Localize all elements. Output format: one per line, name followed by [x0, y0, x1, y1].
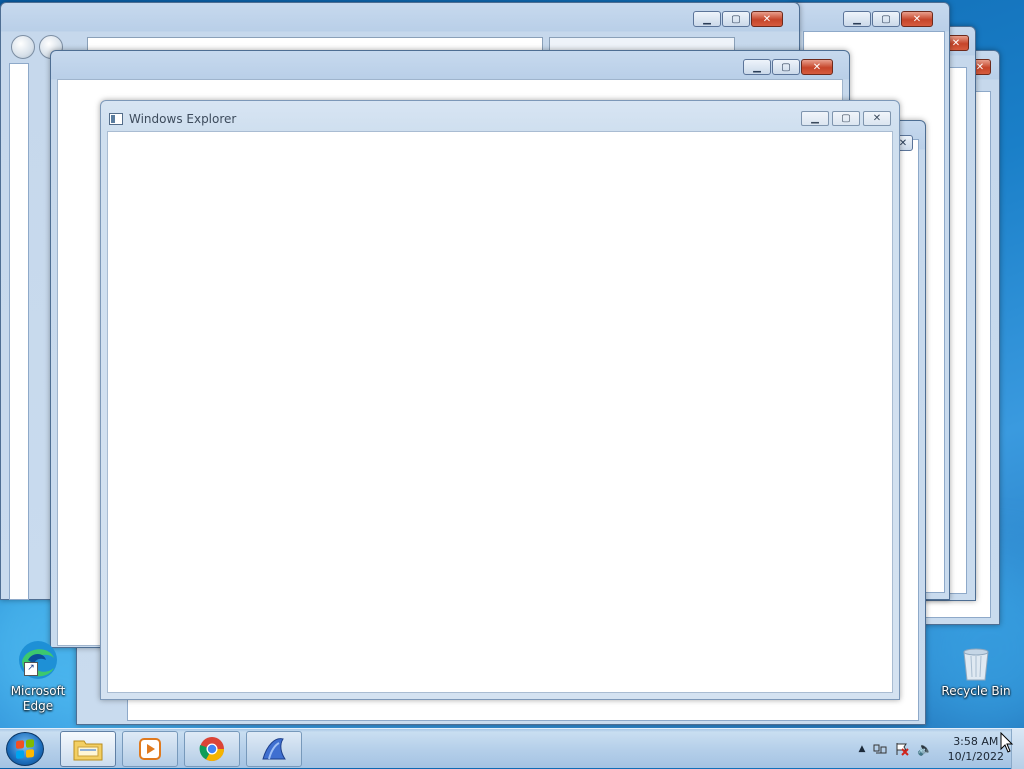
- start-button[interactable]: [6, 732, 44, 766]
- maximize-button[interactable]: ▢: [772, 59, 800, 75]
- close-icon: ✕: [975, 61, 985, 73]
- maximize-icon: ▢: [841, 113, 851, 124]
- system-tray: ▲ 🔈 3:58 AM 10/1/2022: [858, 729, 1004, 769]
- mouse-cursor: [1000, 731, 1014, 754]
- minimize-button[interactable]: ▁: [843, 11, 871, 27]
- minimize-button[interactable]: ▁: [743, 59, 771, 75]
- clock[interactable]: 3:58 AM 10/1/2022: [948, 734, 1004, 764]
- desktop-icon-microsoft-edge[interactable]: ↗ Microsoft Edge: [2, 638, 74, 714]
- close-icon: ✕: [872, 113, 882, 124]
- folder-icon: [73, 740, 103, 761]
- close-icon: ✕: [951, 37, 961, 49]
- chevron-up-icon[interactable]: ▲: [858, 744, 865, 754]
- close-button[interactable]: ✕: [801, 59, 833, 75]
- title-bar[interactable]: Windows Explorer: [109, 109, 891, 129]
- edge-icon: ↗: [14, 638, 62, 682]
- minimize-icon: ▁: [853, 13, 861, 25]
- close-button[interactable]: ✕: [751, 11, 783, 27]
- minimize-button[interactable]: ▁: [693, 11, 721, 27]
- maximize-button[interactable]: ▢: [832, 111, 860, 126]
- close-icon: ✕: [762, 13, 772, 25]
- maximize-icon: ▢: [881, 13, 891, 25]
- close-button[interactable]: ✕: [901, 11, 933, 27]
- taskbar-windows-explorer[interactable]: [60, 731, 116, 767]
- windows-explorer-window[interactable]: Windows Explorer ▁ ▢ ✕: [100, 100, 900, 700]
- desktop-icon-label-line2: Edge: [22, 699, 54, 713]
- taskbar-media-player[interactable]: [122, 731, 178, 767]
- minimize-button[interactable]: ▁: [801, 111, 829, 126]
- shortcut-arrow-icon: ↗: [24, 662, 38, 676]
- minimize-icon: ▁: [753, 61, 761, 73]
- clock-date: 10/1/2022: [947, 750, 1004, 763]
- media-player-icon: [139, 738, 161, 760]
- recycle-bin-icon: [952, 646, 1000, 682]
- close-button[interactable]: ✕: [863, 111, 891, 126]
- maximize-icon: ▢: [781, 61, 791, 73]
- maximize-button[interactable]: ▢: [872, 11, 900, 27]
- close-icon: ✕: [912, 13, 922, 25]
- windows-logo-icon: [16, 739, 34, 759]
- desktop-icon-recycle-bin[interactable]: Recycle Bin: [940, 646, 1012, 699]
- taskbar-google-chrome[interactable]: [184, 731, 240, 767]
- close-icon: ✕: [812, 61, 822, 73]
- taskbar-app-bird[interactable]: [246, 731, 302, 767]
- minimize-icon: ▁: [811, 113, 819, 124]
- maximize-button[interactable]: ▢: [722, 11, 750, 27]
- window-title: Windows Explorer: [129, 112, 237, 126]
- clock-time: 3:58 AM: [953, 735, 999, 748]
- close-icon: ✕: [898, 137, 908, 149]
- window-icon: [109, 113, 123, 125]
- maximize-icon: ▢: [731, 13, 741, 25]
- taskbar: ▲ 🔈 3:58 AM 10/1/2022: [0, 728, 1024, 769]
- desktop-icon-label-line1: Microsoft: [10, 684, 66, 698]
- desktop-icon-label: Recycle Bin: [941, 684, 1011, 698]
- chrome-icon: [199, 737, 224, 762]
- back-button[interactable]: [11, 35, 35, 59]
- flag-icon[interactable]: [895, 742, 910, 756]
- bird-app-icon: [262, 738, 286, 760]
- desktop: ✕ ✕ ▁ ▢ ✕ ✕ ▁ ▢ ✕ ▁ ▢ ✕ Windows Explorer…: [0, 0, 1024, 728]
- minimize-icon: ▁: [703, 13, 711, 25]
- speaker-icon[interactable]: 🔈: [917, 742, 933, 757]
- network-icon[interactable]: [873, 742, 887, 756]
- window-content[interactable]: [107, 131, 893, 693]
